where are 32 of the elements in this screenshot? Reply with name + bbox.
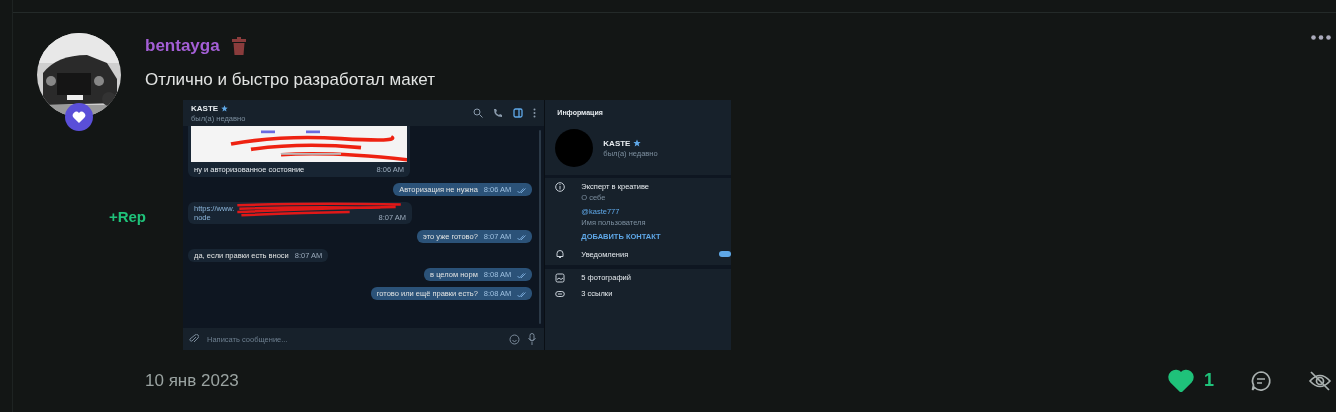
more-icon[interactable] — [533, 108, 537, 118]
contact-name: KASTE — [603, 138, 631, 148]
paperclip-icon[interactable] — [189, 334, 199, 344]
trash-icon — [231, 37, 246, 55]
panel-icon[interactable] — [513, 108, 524, 118]
comment-icon[interactable] — [1250, 369, 1272, 392]
microphone-icon[interactable] — [528, 333, 537, 345]
emoji-icon[interactable] — [509, 333, 521, 345]
link-icon — [555, 289, 566, 299]
notifications-toggle[interactable] — [719, 251, 731, 257]
star-icon — [633, 139, 642, 147]
badge-icon — [65, 103, 93, 131]
review-text: Отлично и быстро разработал макет — [145, 70, 436, 90]
info-icon — [555, 182, 566, 192]
read-ticks-icon — [517, 273, 527, 279]
bell-icon — [555, 249, 566, 259]
rep-link[interactable]: +Rep — [108, 208, 146, 225]
hidden-eye-icon[interactable] — [1308, 369, 1332, 392]
more-icon[interactable] — [1311, 35, 1331, 40]
star-icon — [221, 104, 229, 112]
avatar — [555, 129, 594, 167]
read-ticks-icon — [517, 292, 527, 298]
search-icon[interactable] — [473, 108, 484, 118]
heart-icon[interactable] — [1168, 369, 1194, 392]
like-count: 1 — [1204, 370, 1214, 391]
read-ticks-icon — [517, 235, 527, 241]
read-ticks-icon — [517, 188, 527, 194]
post-date: 10 янв 2023 — [145, 370, 239, 391]
username[interactable]: bentayga — [145, 36, 220, 56]
chat-name: KASTE — [191, 103, 219, 113]
image-icon — [555, 273, 566, 283]
phone-icon[interactable] — [493, 108, 504, 118]
